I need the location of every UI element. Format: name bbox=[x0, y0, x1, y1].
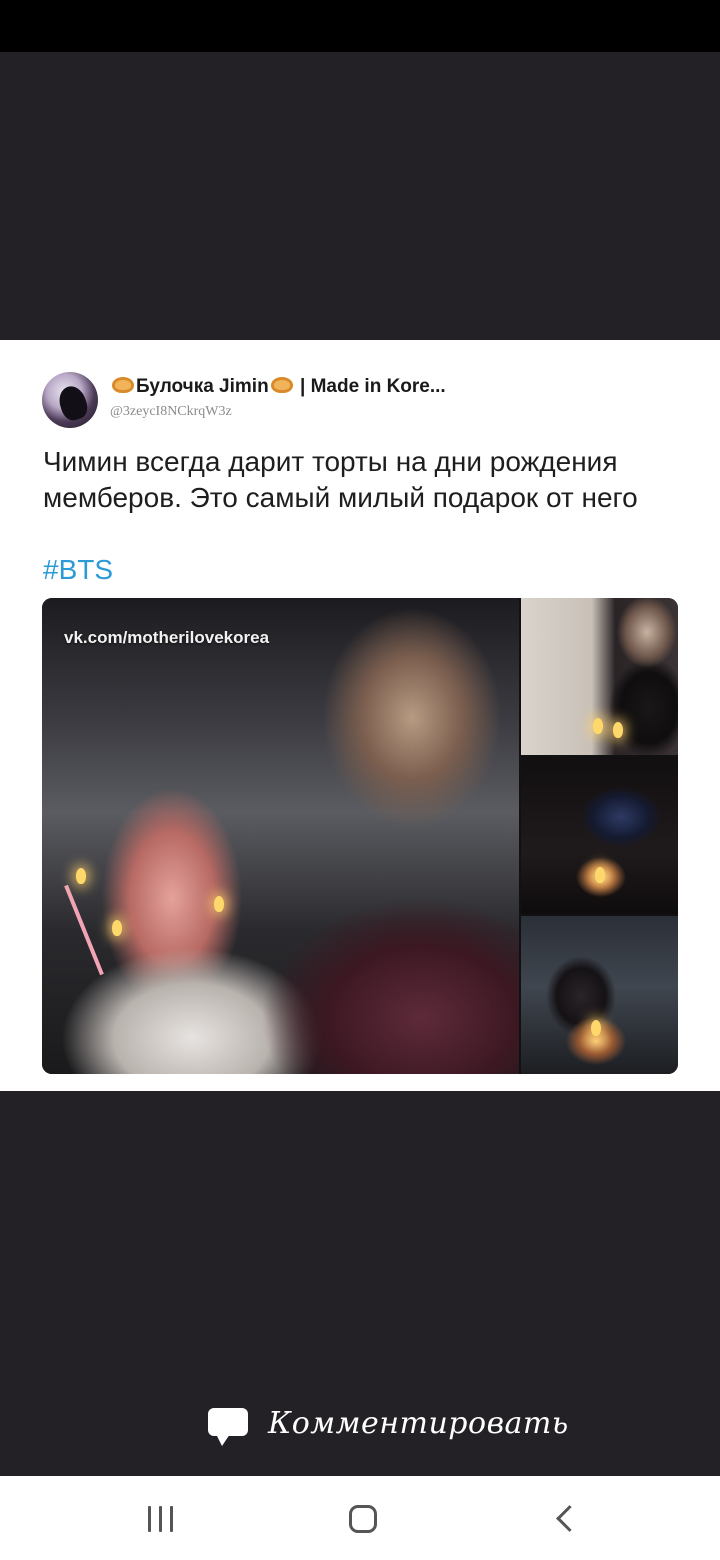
pretzel-icon bbox=[270, 377, 293, 393]
system-nav-bar bbox=[0, 1476, 720, 1560]
display-name: Булочка Jimin | Made in Kore... bbox=[110, 376, 446, 398]
user-handle: @3zeycI8NCkrqW3z bbox=[110, 404, 232, 419]
speech-bubble-icon bbox=[208, 1408, 248, 1446]
back-icon[interactable] bbox=[556, 1505, 583, 1532]
tweet-screenshot[interactable]: Булочка Jimin | Made in Kore... @3zeycI8… bbox=[0, 340, 720, 1091]
media-grid[interactable]: vk.com/motherilovekorea bbox=[42, 598, 678, 1074]
home-icon[interactable] bbox=[349, 1505, 377, 1533]
pretzel-icon bbox=[112, 377, 134, 393]
photo-main[interactable]: vk.com/motherilovekorea bbox=[42, 598, 519, 1074]
candle-flame bbox=[595, 867, 605, 883]
photo-thumb-2[interactable] bbox=[521, 757, 678, 914]
watermark: vk.com/motherilovekorea bbox=[64, 628, 270, 647]
tweet-text: Чимин всегда дарит торты на дни рождения… bbox=[43, 446, 638, 513]
candle-flame bbox=[591, 1020, 601, 1036]
avatar bbox=[42, 372, 98, 428]
hashtag-link[interactable]: #BTS bbox=[43, 554, 113, 586]
candle-flame bbox=[613, 722, 623, 738]
candle-flame bbox=[593, 718, 603, 734]
candle-flame bbox=[112, 920, 122, 936]
comment-button[interactable]: Комментировать bbox=[0, 1398, 720, 1458]
candle-flame bbox=[214, 896, 224, 912]
candle bbox=[64, 884, 104, 976]
candle-flame bbox=[76, 868, 86, 884]
photo-thumb-1[interactable] bbox=[521, 598, 678, 755]
status-bar bbox=[0, 0, 720, 52]
photo-thumb-3[interactable] bbox=[521, 916, 678, 1074]
recent-apps-icon[interactable] bbox=[148, 1506, 178, 1532]
comment-label: Комментировать bbox=[268, 1406, 569, 1441]
